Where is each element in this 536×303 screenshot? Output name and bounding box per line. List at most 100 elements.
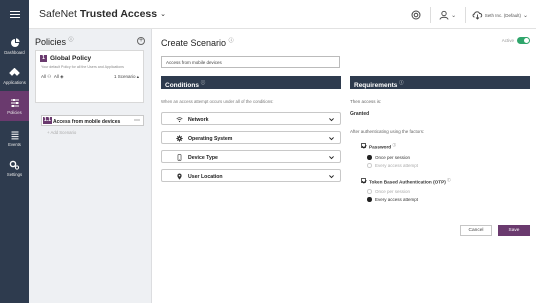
global-policy-targets: All ⚇ All ◈ xyxy=(41,74,64,80)
radio-label: Every access attempt xyxy=(375,162,419,168)
condition-label: Network xyxy=(188,116,209,123)
scenario-label: Access from mobile devices xyxy=(53,118,121,125)
password-label: Password ⓘ xyxy=(369,143,396,150)
otp-every-access-radio[interactable] xyxy=(367,197,372,202)
account-switcher[interactable]: Seth Inc. (Default) ⌄ xyxy=(472,7,528,23)
chevron-down-icon xyxy=(329,156,334,160)
condition-label: Operating System xyxy=(188,135,233,142)
password-checkbox[interactable] xyxy=(361,143,366,148)
scenario-count[interactable]: 1 Scenario ▴ xyxy=(114,74,139,80)
radio-label: Every access attempt xyxy=(375,196,419,202)
sidebar-item-label: Events xyxy=(8,141,21,147)
wifi-icon xyxy=(176,117,183,123)
cancel-button[interactable]: Cancel xyxy=(460,225,492,236)
condition-network[interactable]: Network xyxy=(161,112,341,125)
chevron-down-icon xyxy=(329,118,334,122)
sidebar-item-events[interactable]: Events xyxy=(0,123,29,153)
active-label: Active xyxy=(501,38,514,43)
chevron-down-icon: ⌄ xyxy=(522,12,528,19)
add-scenario-link[interactable]: + Add Scenario xyxy=(47,130,76,135)
page-title: Create Scenario ⓘ xyxy=(161,37,234,48)
hamburger-menu-button[interactable] xyxy=(0,0,29,29)
password-every-access-radio[interactable] xyxy=(367,163,372,168)
gear-icon xyxy=(176,135,183,142)
applications-icon xyxy=(9,67,20,76)
access-value: Granted xyxy=(350,111,370,117)
divider xyxy=(464,7,466,23)
sidebar-item-label: Settings xyxy=(6,171,23,177)
condition-user-location[interactable]: User Location xyxy=(161,169,341,182)
save-button[interactable]: Save xyxy=(498,225,530,236)
info-icon: ⓘ xyxy=(447,177,451,182)
product-switcher[interactable]: SafeNet Trusted Access ⌄ xyxy=(39,8,166,20)
page-title-text: Create Scenario xyxy=(161,38,227,48)
sidebar-item-settings[interactable]: Settings xyxy=(0,153,29,183)
chevron-down-icon: ⌄ xyxy=(451,12,457,19)
sidebar-item-dashboard[interactable]: Dashboard xyxy=(0,31,29,61)
condition-operating-system[interactable]: Operating System xyxy=(161,131,341,144)
scenario-editor: Create Scenario ⓘ Active Conditions ⓘ Wh… xyxy=(152,29,536,303)
global-policy-title-text: Global Policy xyxy=(50,55,92,63)
requirements-title: Requirements xyxy=(354,82,398,90)
sidebar-item-label: Applications xyxy=(3,79,26,85)
plus-icon: + xyxy=(138,37,144,44)
global-policy-title: 1 Global Policy xyxy=(40,55,91,62)
sidebar-item-label: Dashboard xyxy=(4,49,25,55)
info-icon: ⓘ xyxy=(399,80,404,85)
radio-label: Once per session xyxy=(375,154,411,160)
info-icon: ⓘ xyxy=(68,37,74,43)
password-label-text: Password xyxy=(369,144,392,150)
help-button[interactable] xyxy=(408,7,424,23)
sidebar-item-applications[interactable]: Applications xyxy=(0,61,29,91)
scenario-number-badge: 1.1 xyxy=(43,117,52,124)
events-icon xyxy=(11,131,18,139)
side-nav: Dashboard Applications Policies Events S… xyxy=(0,29,29,303)
top-bar: SafeNet Trusted Access ⌄ ⌄ Seth Inc. (Def… xyxy=(0,0,536,29)
mobile-device-icon xyxy=(177,154,182,161)
user-icon xyxy=(439,10,449,20)
global-policy-card[interactable]: 1 Global Policy Your default Policy for a… xyxy=(35,50,144,103)
lifebuoy-icon xyxy=(411,10,421,20)
active-toggle[interactable]: Active xyxy=(502,37,530,44)
otp-label-text: Token Based Authentication (OTP) xyxy=(369,179,446,185)
dashboard-icon xyxy=(10,37,20,47)
brand-name: SafeNet xyxy=(39,8,77,20)
cloud-download-icon xyxy=(472,11,482,20)
condition-device-type[interactable]: Device Type xyxy=(161,150,341,163)
radio-label: Once per session xyxy=(375,188,411,194)
account-name: Seth Inc. (Default) xyxy=(484,12,521,18)
apps-scope: All xyxy=(53,74,59,79)
scenario-name-input[interactable] xyxy=(161,56,340,68)
otp-once-per-session-radio[interactable] xyxy=(367,189,372,194)
divider xyxy=(429,7,431,23)
policies-title-text: Policies xyxy=(35,37,67,47)
user-menu-button[interactable]: ⌄ xyxy=(437,7,459,23)
menu-icon xyxy=(9,13,20,16)
more-options-icon[interactable]: ⋯ xyxy=(134,117,140,124)
access-label: Then access is: xyxy=(350,99,382,104)
chevron-down-icon: ⌄ xyxy=(160,11,166,18)
scenario-item[interactable]: 1.1 Access from mobile devices ⋯ xyxy=(41,115,144,126)
condition-label: User Location xyxy=(188,173,223,180)
location-pin-icon xyxy=(177,173,182,180)
otp-checkbox[interactable] xyxy=(361,178,366,183)
brand-product: Trusted Access xyxy=(79,8,158,20)
users-scope: All xyxy=(41,74,47,79)
settings-icon xyxy=(9,160,20,170)
chevron-down-icon xyxy=(329,137,334,141)
info-icon: ⓘ xyxy=(228,38,234,44)
conditions-subtitle: When an access attempt occurs under all … xyxy=(161,99,274,104)
user-icon: ⚇ xyxy=(47,74,52,79)
sidebar-item-policies[interactable]: Policies xyxy=(0,91,29,121)
chevron-up-icon: ▴ xyxy=(136,74,139,79)
conditions-title: Conditions xyxy=(165,82,199,90)
global-policy-description: Your default Policy for all the Users an… xyxy=(41,65,124,69)
policies-icon xyxy=(10,98,19,107)
policy-number-badge: 1 xyxy=(40,55,47,62)
chevron-down-icon xyxy=(329,175,334,179)
top-toolbar: ⌄ Seth Inc. (Default) ⌄ xyxy=(408,6,528,24)
add-policy-button[interactable]: + xyxy=(137,37,145,45)
toggle-switch[interactable] xyxy=(517,37,530,44)
condition-label: Device Type xyxy=(188,154,218,161)
password-once-per-session-radio[interactable] xyxy=(367,155,372,160)
